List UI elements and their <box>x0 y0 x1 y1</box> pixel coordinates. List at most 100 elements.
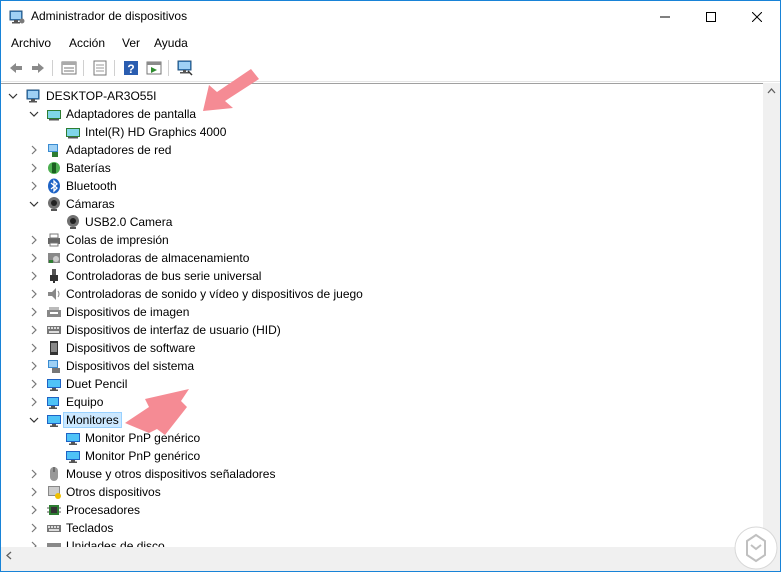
tree-category-item[interactable]: Adaptadores de red <box>1 141 763 159</box>
tree-category-item[interactable]: Controladoras de bus serie universal <box>1 267 763 285</box>
tree-category-item[interactable]: Bluetooth <box>1 177 763 195</box>
tree-item-label: Dispositivos del sistema <box>66 359 195 373</box>
scan-hardware-icon[interactable] <box>175 58 195 78</box>
chevron-right-icon[interactable] <box>28 306 40 318</box>
chevron-right-icon[interactable] <box>28 486 40 498</box>
tree-category-item[interactable]: Equipo <box>1 393 763 411</box>
scroll-left-icon[interactable] <box>1 547 18 564</box>
bluetooth-icon <box>46 178 62 194</box>
printer-icon <box>46 232 62 248</box>
hid-icon <box>46 322 62 338</box>
tree-category-item[interactable]: Dispositivos de interfaz de usuario (HID… <box>1 321 763 339</box>
minimize-button[interactable] <box>642 1 688 32</box>
chevron-down-icon[interactable] <box>28 414 40 426</box>
tree-device-item[interactable]: Monitor PnP genérico <box>1 429 763 447</box>
camera-icon <box>65 214 81 230</box>
chevron-down-icon[interactable] <box>28 108 40 120</box>
tree-item-label: Dispositivos de interfaz de usuario (HID… <box>66 323 281 337</box>
close-button[interactable] <box>734 1 780 32</box>
tree-item-label: Monitor PnP genérico <box>85 449 201 463</box>
usb-icon <box>46 268 62 284</box>
scroll-up-icon[interactable] <box>763 83 780 100</box>
run-icon[interactable] <box>144 58 164 78</box>
tree-item-label: Bluetooth <box>66 179 117 193</box>
speaker-icon <box>46 286 62 302</box>
tree-item-label: Unidades de disco <box>66 539 165 547</box>
horizontal-scrollbar[interactable] <box>1 547 763 564</box>
svg-text:?: ? <box>127 62 134 76</box>
tree-item-label: Controladoras de almacenamiento <box>66 251 250 265</box>
back-icon[interactable] <box>6 58 26 78</box>
title-bar[interactable]: Administrador de dispositivos <box>1 1 780 32</box>
chevron-right-icon[interactable] <box>28 180 40 192</box>
tree-category-item[interactable]: Monitores <box>1 411 763 429</box>
tree-device-item[interactable]: Intel(R) HD Graphics 4000 <box>1 123 763 141</box>
chevron-right-icon[interactable] <box>28 270 40 282</box>
tree-category-item[interactable]: Baterías <box>1 159 763 177</box>
device-tree[interactable]: DESKTOP-AR3O55I Adaptadores de pantalla I… <box>1 83 763 547</box>
computer-icon <box>46 394 62 410</box>
computer-icon <box>26 88 42 104</box>
chevron-right-icon[interactable] <box>28 162 40 174</box>
menu-bar: Archivo Acción Ver Ayuda <box>1 32 780 54</box>
tree-category-item[interactable]: Dispositivos de imagen <box>1 303 763 321</box>
network-adapter-icon <box>46 142 62 158</box>
tree-item-label: USB2.0 Camera <box>85 215 173 229</box>
tree-item-label: Adaptadores de pantalla <box>66 107 197 121</box>
menu-ver[interactable]: Ver <box>122 36 140 50</box>
tree-category-item[interactable]: Duet Pencil <box>1 375 763 393</box>
chevron-right-icon[interactable] <box>28 252 40 264</box>
chevron-right-icon[interactable] <box>28 234 40 246</box>
tree-category-item[interactable]: Otros dispositivos <box>1 483 763 501</box>
tree-category-item[interactable]: Controladoras de sonido y vídeo y dispos… <box>1 285 763 303</box>
tree-item-label: Monitores <box>63 412 122 428</box>
disk-drive-icon <box>46 538 62 547</box>
chevron-down-icon[interactable] <box>7 90 19 102</box>
tree-root[interactable]: DESKTOP-AR3O55I <box>1 87 763 105</box>
tree-category-item[interactable]: Teclados <box>1 519 763 537</box>
tree-category-item[interactable]: Colas de impresión <box>1 231 763 249</box>
chevron-right-icon[interactable] <box>28 396 40 408</box>
software-device-icon <box>46 340 62 356</box>
chevron-right-icon[interactable] <box>28 342 40 354</box>
tree-device-item[interactable]: USB2.0 Camera <box>1 213 763 231</box>
tree-category-item[interactable]: Dispositivos de software <box>1 339 763 357</box>
chevron-right-icon[interactable] <box>28 378 40 390</box>
monitor-icon <box>46 376 62 392</box>
menu-ayuda[interactable]: Ayuda <box>154 36 188 50</box>
tree-item-label: Adaptadores de red <box>66 143 172 157</box>
properties-view-icon[interactable] <box>59 58 79 78</box>
battery-icon <box>46 160 62 176</box>
tree-category-item[interactable]: Mouse y otros dispositivos señaladores <box>1 465 763 483</box>
chevron-right-icon[interactable] <box>28 504 40 516</box>
storage-icon <box>46 250 62 266</box>
chevron-right-icon[interactable] <box>28 360 40 372</box>
tree-category-item[interactable]: Procesadores <box>1 501 763 519</box>
mouse-icon <box>46 466 62 482</box>
chevron-right-icon[interactable] <box>28 288 40 300</box>
forward-icon[interactable] <box>28 58 48 78</box>
menu-archivo[interactable]: Archivo <box>11 36 51 50</box>
chevron-right-icon[interactable] <box>28 324 40 336</box>
tree-category-item[interactable]: Dispositivos del sistema <box>1 357 763 375</box>
tree-item-label: Dispositivos de software <box>66 341 196 355</box>
maximize-button[interactable] <box>688 1 734 32</box>
tree-category-item[interactable]: Unidades de disco <box>1 537 763 547</box>
tree-category-item[interactable]: Cámaras <box>1 195 763 213</box>
chevron-down-icon[interactable] <box>28 198 40 210</box>
chevron-right-icon[interactable] <box>28 144 40 156</box>
help-icon[interactable]: ? <box>121 58 141 78</box>
list-view-icon[interactable] <box>90 58 110 78</box>
chevron-right-icon[interactable] <box>28 468 40 480</box>
tree-category-item[interactable]: Adaptadores de pantalla <box>1 105 763 123</box>
tree-device-item[interactable]: Monitor PnP genérico <box>1 447 763 465</box>
chevron-right-icon[interactable] <box>28 540 40 547</box>
toolbar: ? <box>1 54 780 82</box>
chevron-right-icon[interactable] <box>28 522 40 534</box>
tree-category-item[interactable]: Controladoras de almacenamiento <box>1 249 763 267</box>
keyboard-icon <box>46 520 62 536</box>
menu-accion[interactable]: Acción <box>69 36 105 50</box>
vertical-scrollbar[interactable] <box>763 83 780 547</box>
toolbar-separator <box>114 60 115 76</box>
monitor-icon <box>65 448 81 464</box>
